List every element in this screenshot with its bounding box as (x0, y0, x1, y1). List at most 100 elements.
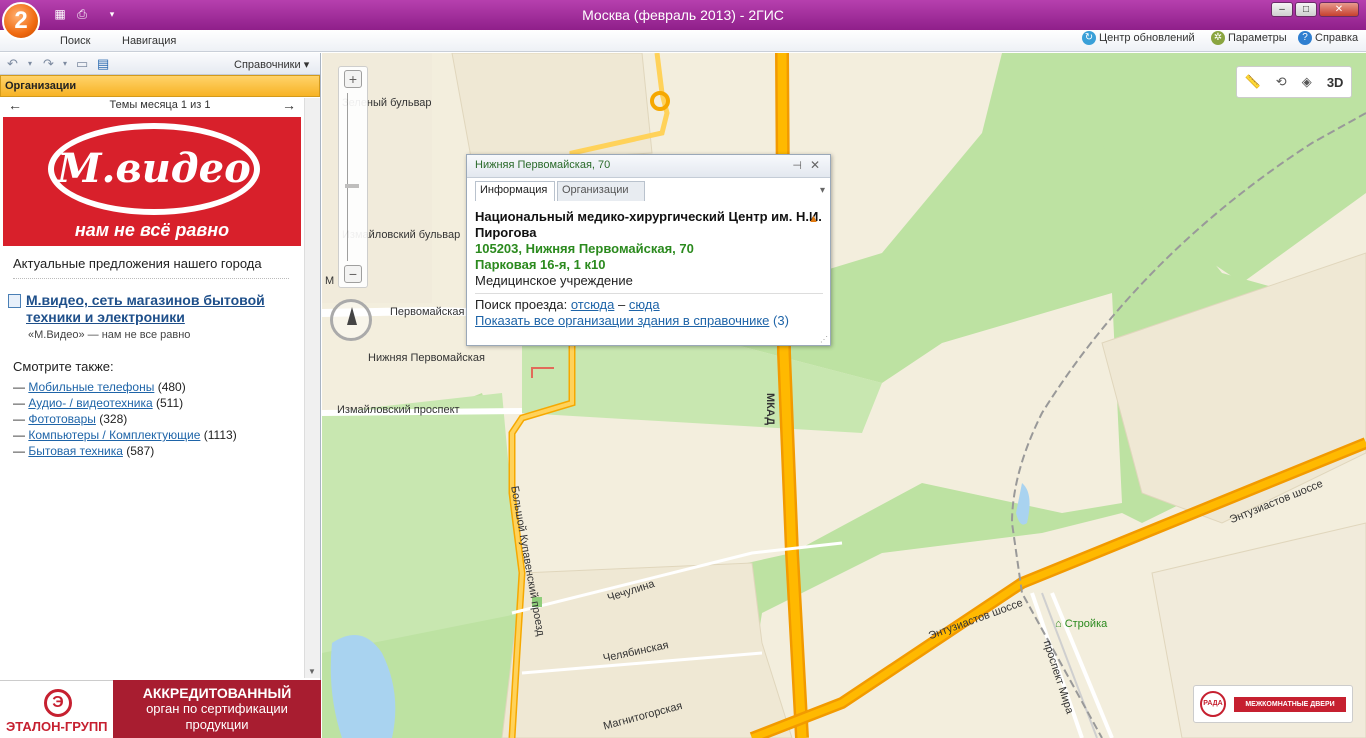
category-count: (1113) (203, 428, 237, 442)
app-logo-button[interactable]: 2 (2, 2, 40, 40)
mvideo-slogan: нам не всё равно (74, 220, 230, 240)
list-item: — Бытовая техника (587) (13, 444, 155, 458)
help-icon: ? (1298, 31, 1312, 45)
back-menu-icon[interactable]: ▾ (28, 59, 32, 68)
print-icon[interactable]: ⎙ (74, 6, 90, 22)
org-address: 105203, Нижняя Первомайская, 70 (475, 241, 694, 256)
zoom-thumb[interactable] (345, 184, 359, 188)
map-controls: 📏 ⟲ ◈ 3D (1236, 66, 1352, 98)
layout-icon[interactable]: ▦ (52, 6, 68, 22)
list-item: — Компьютеры / Комплектующие (1113) (13, 428, 237, 442)
mvideo-logo: М.видео (48, 123, 260, 215)
tab-menu-icon[interactable]: ▾ (820, 185, 825, 196)
map-label-poi: ⌂ Стройка (1055, 618, 1108, 630)
popup-body: ▲ Национальный медико-хирургический Цент… (475, 209, 823, 329)
route-from-link[interactable]: отсюда (571, 297, 615, 312)
category-list: — Мобильные телефоны (480) — Аудио- / ви… (13, 379, 237, 459)
org-address-alt: Парковая 16-я, 1 к10 (475, 257, 606, 272)
route-label: Поиск проезда: (475, 297, 568, 312)
gear-icon: ✲ (1211, 31, 1225, 45)
category-link[interactable]: Мобильные телефоны (28, 380, 154, 394)
updates-center-button[interactable]: ↻ Центр обновлений (1082, 31, 1195, 45)
sidebar-toolbar: ↶ ▾ ↷ ▾ ▭ ▤ Справочники ▾ (0, 53, 320, 75)
zoom-slider[interactable]: + − (338, 66, 368, 288)
popup-title: Нижняя Первомайская, 70 (467, 155, 830, 178)
settings-label: Параметры (1228, 32, 1287, 44)
category-link[interactable]: Компьютеры / Комплектующие (28, 428, 200, 442)
sidebar-scrollbar[interactable]: ▼ (304, 98, 320, 678)
zoom-in-button[interactable]: + (344, 70, 362, 88)
route-to-link[interactable]: сюда (629, 297, 660, 312)
settings-button[interactable]: ✲ Параметры (1211, 31, 1287, 45)
stroyka-label: Стройка (1064, 618, 1108, 630)
tab-information[interactable]: Информация (475, 181, 555, 201)
forward-menu-icon[interactable]: ▾ (63, 59, 67, 68)
list-view-icon[interactable]: ▭ (76, 56, 88, 72)
prev-theme-arrow-icon[interactable]: ← (8, 97, 22, 113)
traffic-icon[interactable]: ⟲ (1276, 74, 1287, 90)
quick-access-menu-icon[interactable]: ▾ (104, 6, 120, 22)
doors-logo-icon: РАДА (1200, 691, 1226, 717)
themes-pager: ← Темы месяца 1 из 1 → (0, 97, 320, 115)
compass-needle-icon (347, 307, 357, 325)
certification-ad[interactable]: АККРЕДИТОВАННЫЙ орган по сертификации пр… (113, 680, 321, 738)
show-all-row: Показать все организации здания в справо… (475, 313, 823, 329)
category-link[interactable]: Бытовая техника (28, 444, 123, 458)
mvideo-subtitle: «М.Видео» — нам не все равно (28, 329, 191, 341)
ad-line: продукции (185, 717, 249, 732)
category-link[interactable]: Аудио- / видеотехника (28, 396, 152, 410)
forward-icon[interactable]: ↷ (43, 56, 54, 72)
show-all-count: (3) (773, 313, 789, 328)
ad-heading: АККРЕДИТОВАННЫЙ (142, 685, 292, 701)
ad-line: орган по сертификации (146, 701, 288, 716)
mvideo-banner[interactable]: М.видео нам не всё равно (3, 117, 301, 246)
close-button[interactable]: ✕ (1319, 2, 1359, 17)
address-popup: Нижняя Первомайская, 70 ⊣ ✕ Информация О… (466, 154, 831, 346)
list-item: — Мобильные телефоны (480) (13, 380, 186, 394)
zoom-out-button[interactable]: − (344, 265, 362, 283)
menu-bar: Поиск Навигация ↻ Центр обновлений ✲ Пар… (0, 30, 1366, 52)
zoom-track[interactable] (347, 93, 350, 261)
etalon-name: ЭТАЛОН-ГРУПП (6, 719, 108, 734)
etalon-group-ad[interactable]: Э ЭТАЛОН-ГРУПП (0, 680, 113, 738)
map-label-road: МКАД (764, 393, 776, 426)
warning-icon[interactable]: ▲ (808, 211, 819, 227)
3d-button[interactable]: 3D (1327, 75, 1344, 90)
map-label-street: М (325, 275, 335, 287)
refresh-icon: ↻ (1082, 31, 1096, 45)
menu-search[interactable]: Поиск (60, 35, 90, 47)
minimize-button[interactable]: – (1271, 2, 1293, 17)
show-all-link[interactable]: Показать все организации здания в справо… (475, 313, 769, 328)
layers-icon[interactable]: ◈ (1302, 74, 1312, 90)
doors-ad[interactable]: РАДА МЕЖКОМНАТНЫЕ ДВЕРИ (1193, 685, 1353, 723)
divider (13, 278, 289, 279)
resize-grip-icon[interactable]: ⋰ (820, 335, 828, 344)
back-icon[interactable]: ↶ (7, 56, 18, 72)
menu-navigation[interactable]: Навигация (122, 35, 176, 47)
title-bar: Москва (февраль 2013) - 2ГИС ▦ ⎙ ▾ – □ ✕ (0, 0, 1366, 30)
compass-control[interactable] (330, 299, 372, 341)
ruler-icon[interactable]: 📏 (1245, 74, 1261, 90)
maximize-button[interactable]: □ (1295, 2, 1317, 17)
offers-title: Актуальные предложения нашего города (13, 256, 262, 271)
help-label: Справка (1315, 32, 1359, 44)
scroll-down-icon[interactable]: ▼ (308, 667, 316, 676)
doors-ad-text: МЕЖКОМНАТНЫЕ ДВЕРИ (1234, 697, 1346, 712)
etalon-logo-icon: Э (44, 689, 72, 717)
next-theme-arrow-icon[interactable]: → (282, 97, 296, 113)
route-row: Поиск проезда: отсюда – сюда (475, 297, 823, 313)
document-icon (8, 294, 21, 308)
tab-organizations[interactable]: Организации (557, 181, 645, 201)
category-link[interactable]: Фототовары (28, 412, 96, 426)
organizations-header: Организации (0, 75, 320, 97)
directories-dropdown[interactable]: Справочники ▾ (234, 58, 309, 71)
card-view-icon[interactable]: ▤ (97, 56, 109, 72)
help-button[interactable]: ? Справка (1298, 31, 1358, 45)
close-icon[interactable]: ✕ (810, 158, 820, 172)
mvideo-link[interactable]: М.видео, сеть магазинов бытовой техники … (26, 292, 296, 326)
category-count: (511) (156, 396, 184, 410)
updates-label: Центр обновлений (1099, 32, 1195, 44)
map-label-street: Измайловский проспект (337, 404, 460, 416)
pin-icon[interactable]: ⊣ (792, 159, 802, 172)
divider (475, 293, 823, 294)
